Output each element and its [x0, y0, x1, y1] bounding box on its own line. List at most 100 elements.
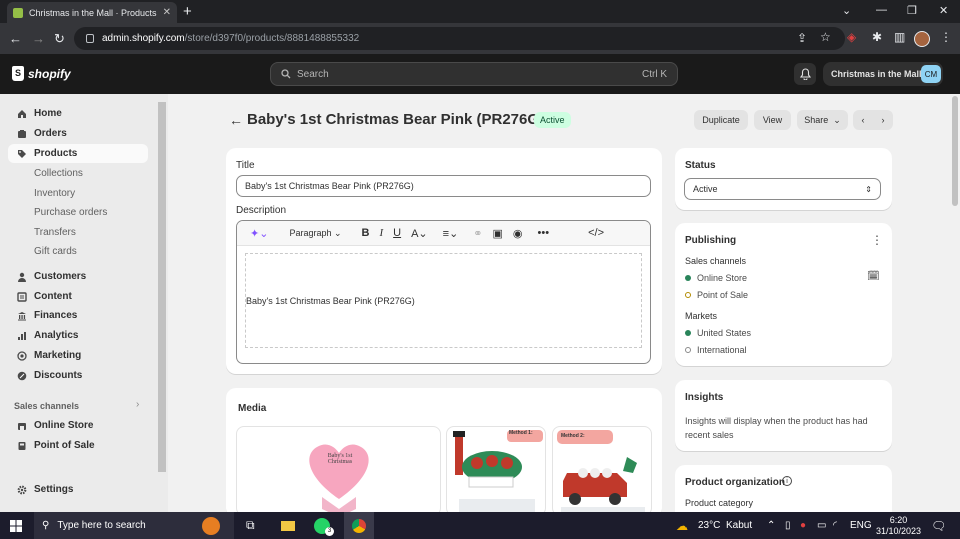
image-icon[interactable]: ▣ [493, 227, 503, 240]
store-menu-button[interactable]: Christmas in the Mall CM [823, 62, 943, 86]
media-image-2[interactable]: Method 1: [446, 426, 546, 516]
person-icon [18, 272, 26, 282]
chevron-left-icon[interactable]: ‹ [862, 115, 865, 125]
sidebar-item-products[interactable]: Products [8, 144, 148, 163]
sidebar-item-content[interactable]: Content [8, 287, 148, 306]
weather-desc[interactable]: Kabut [726, 512, 752, 539]
side-panel-icon[interactable]: ▥ [894, 30, 905, 44]
status-select-value: Active [693, 184, 718, 194]
orders-icon [18, 129, 26, 138]
forward-icon[interactable]: → [32, 31, 45, 46]
profile-avatar[interactable] [914, 31, 930, 47]
sidebar-item-finances[interactable]: Finances [8, 306, 148, 325]
sidebar-item-home[interactable]: Home [8, 104, 148, 123]
sidebar-item-label: Content [34, 291, 72, 302]
sales-channels-label: Sales channels [685, 256, 747, 266]
share-button[interactable]: Share ⌄ [797, 110, 848, 130]
close-window-icon[interactable]: ✕ [939, 4, 948, 17]
paragraph-select[interactable]: Paragraph ⌄ [289, 228, 341, 239]
sidebar-scrollbar[interactable] [158, 102, 166, 472]
sidebar-item-analytics[interactable]: Analytics [8, 326, 148, 345]
back-arrow-icon[interactable]: ← [229, 112, 243, 128]
restore-icon[interactable]: ❐ [907, 4, 917, 17]
weather-temp[interactable]: 23°C [698, 512, 720, 539]
sidebar-item-discounts[interactable]: Discounts [8, 366, 148, 385]
brave-shield-icon[interactable]: ◈ [847, 30, 856, 44]
bold-icon[interactable]: B [362, 227, 370, 239]
browser-tab[interactable]: Christmas in the Mall · Products ✕ [7, 2, 177, 23]
file-explorer-icon[interactable] [281, 512, 295, 539]
sidebar-subitem-gift-cards[interactable]: Gift cards [34, 246, 77, 257]
notifications-bell-icon[interactable] [794, 63, 816, 85]
more-icon[interactable]: ••• [538, 227, 550, 239]
taskbar-search-box[interactable]: ⚲ Type here to search [34, 512, 234, 539]
minimize-icon[interactable]: — [876, 4, 887, 16]
device-icon[interactable]: ▯ [785, 512, 791, 539]
back-icon[interactable]: ← [9, 31, 22, 46]
shopify-logo[interactable]: shopify [12, 66, 71, 81]
battery-icon[interactable]: ▭ [817, 512, 826, 539]
description-content-box[interactable]: Baby's 1st Christmas Bear Pink (PR276G) [245, 253, 642, 348]
chevron-right-icon[interactable]: › [136, 399, 139, 410]
insights-heading: Insights [685, 392, 724, 403]
sidebar-item-point-of-sale[interactable]: Point of Sale [8, 436, 148, 455]
clock[interactable]: 6:20 31/10/2023 [876, 512, 921, 539]
description-label: Description [236, 205, 287, 216]
schedule-calendar-icon[interactable]: 🗓 [867, 271, 880, 282]
search-icon [281, 69, 291, 79]
tab-search-chevron-icon[interactable]: ⌄ [842, 4, 851, 17]
start-button[interactable] [10, 512, 22, 539]
show-hidden-icons-icon[interactable]: ⌃ [767, 512, 775, 539]
shopify-bag-icon [12, 66, 24, 81]
text-color-icon[interactable]: A⌄ [411, 227, 428, 240]
extensions-icon[interactable]: ✱ [872, 30, 882, 44]
sidebar-item-marketing[interactable]: Marketing [8, 346, 148, 365]
italic-icon[interactable]: I [379, 227, 383, 239]
sidebar-subitem-inventory[interactable]: Inventory [34, 188, 75, 199]
wifi-icon[interactable]: ◜ [833, 512, 837, 539]
media-image-main[interactable]: Baby's 1st Christmas [236, 426, 441, 516]
share-page-icon[interactable]: ⇪ [797, 31, 807, 45]
sidebar-item-settings[interactable]: Settings [8, 480, 148, 499]
close-tab-icon[interactable]: ✕ [163, 7, 171, 18]
title-input[interactable]: Baby's 1st Christmas Bear Pink (PR276G) [236, 175, 651, 197]
sidebar-subitem-collections[interactable]: Collections [34, 168, 83, 179]
active-market-dot-icon [685, 330, 691, 336]
security-icon[interactable]: ● [800, 512, 806, 539]
align-icon[interactable]: ≡⌄ [443, 227, 459, 240]
status-select[interactable]: Active ⇕ [684, 178, 881, 200]
underline-icon[interactable]: U [393, 227, 401, 239]
sidebar-item-customers[interactable]: Customers [8, 267, 148, 286]
notification-center-icon[interactable]: 🗨 [931, 512, 946, 539]
page-scrollbar[interactable] [950, 94, 960, 512]
view-button[interactable]: View [754, 110, 791, 130]
chrome-menu-icon[interactable]: ⋮ [940, 30, 952, 44]
duplicate-button[interactable]: Duplicate [694, 110, 748, 130]
sidebar-item-online-store[interactable]: Online Store [8, 416, 148, 435]
sidebar-item-label: Point of Sale [34, 440, 95, 451]
more-actions-icon[interactable]: ⋮ [871, 233, 883, 247]
media-image-3[interactable]: Method 2: [552, 426, 652, 516]
video-icon[interactable]: ◉ [513, 227, 523, 240]
new-tab-icon[interactable]: + [183, 3, 192, 20]
sidebar-subitem-transfers[interactable]: Transfers [34, 227, 76, 238]
prev-next-pager[interactable]: ‹ › [853, 110, 893, 130]
sidebar-item-orders[interactable]: Orders [8, 124, 148, 143]
reload-icon[interactable]: ↻ [54, 31, 65, 47]
weather-icon[interactable]: ☁ [676, 512, 688, 539]
link-icon[interactable]: ⚭ [473, 227, 482, 240]
page-scrollbar-thumb[interactable] [952, 96, 958, 206]
ai-magic-icon[interactable]: ✦⌄ [250, 227, 268, 240]
code-view-icon[interactable]: </> [588, 227, 604, 239]
sidebar-subitem-purchase-orders[interactable]: Purchase orders [34, 207, 107, 218]
language-indicator[interactable]: ENG [850, 512, 872, 539]
search-input[interactable]: Search Ctrl K [270, 62, 678, 86]
info-icon[interactable]: i [782, 476, 792, 486]
chrome-taskbar-icon[interactable] [344, 512, 374, 539]
bookmark-star-icon[interactable]: ☆ [820, 30, 831, 44]
address-bar[interactable]: admin.shopify.com /store/d397f0/products… [74, 27, 845, 50]
whatsapp-icon[interactable]: 3 [314, 512, 334, 539]
description-editor[interactable]: ✦⌄ Paragraph ⌄ B I U A⌄ ≡⌄ ⚭ ▣ ◉ ••• </>… [236, 220, 651, 364]
chevron-right-icon[interactable]: › [882, 115, 885, 125]
task-view-icon[interactable]: ⧉ [246, 512, 255, 539]
